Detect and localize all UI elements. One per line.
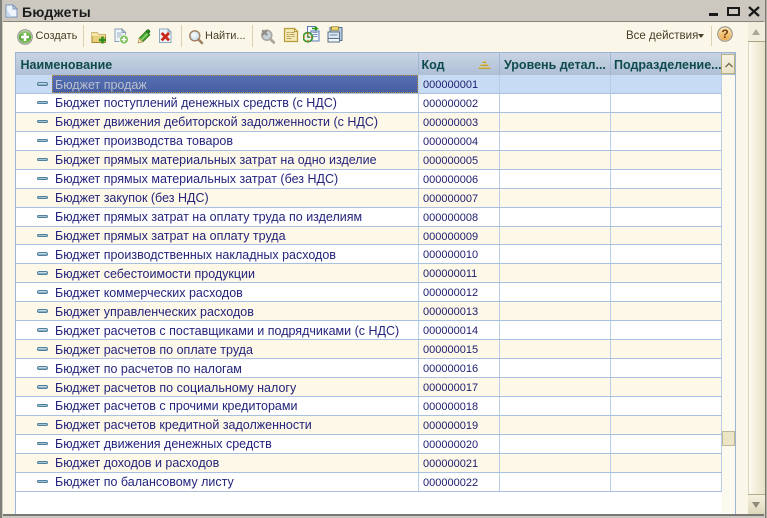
svg-text:?: ?: [721, 27, 728, 41]
